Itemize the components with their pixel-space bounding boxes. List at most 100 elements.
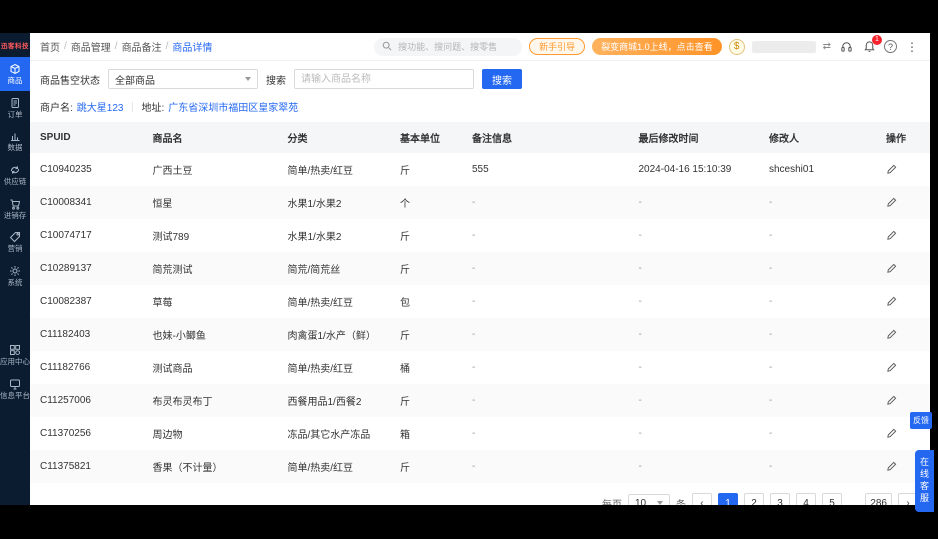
notification-bell-icon[interactable]: 1 xyxy=(861,34,882,55)
status-filter-label: 商品售空状态 xyxy=(40,75,100,87)
sidebar-item-label: 数据 xyxy=(7,143,23,153)
merchant-address-link[interactable]: 广东省深圳市福田区皇家翠苑 xyxy=(168,99,298,114)
supply-chain-icon xyxy=(9,164,21,176)
cell-unit: 斤 xyxy=(400,397,410,408)
cell-category: 简单/热卖/红豆 xyxy=(287,364,354,375)
breadcrumb-item[interactable]: 商品备注 xyxy=(122,39,162,54)
edit-button[interactable] xyxy=(886,395,897,406)
promo-banner-button[interactable]: 裂变商城1.0上线，点击查看 xyxy=(592,38,722,55)
sidebar-item-label: 营销 xyxy=(7,244,23,254)
page-button-286[interactable]: 286 xyxy=(865,493,892,505)
filter-bar: 商品售空状态 全部商品 搜索 搜索 xyxy=(30,61,930,97)
breadcrumb-item[interactable]: 商品详情 xyxy=(172,39,212,54)
edit-button[interactable] xyxy=(886,362,897,373)
column-header: 最后修改时间 xyxy=(628,122,759,153)
help-icon[interactable]: ? xyxy=(884,40,897,53)
search-filter-label: 搜索 xyxy=(266,75,286,87)
cell-modified_by: - xyxy=(769,197,773,208)
cell-unit: 箱 xyxy=(400,430,410,441)
global-search-input[interactable] xyxy=(396,40,515,53)
edit-button[interactable] xyxy=(886,461,897,472)
cell-category: 简单/热卖/红豆 xyxy=(287,298,354,309)
per-page-label: 每页 xyxy=(601,499,622,506)
table-row: C10082387 草莓 简单/热卖/红豆 包 - - - xyxy=(30,285,930,318)
cell-unit: 斤 xyxy=(400,331,410,342)
cell-category: 简荒/简荒丝 xyxy=(287,265,341,276)
sidebar-item-system[interactable]: 系统 xyxy=(0,259,30,293)
sidebar-item-app-center[interactable]: 应用中心 xyxy=(0,338,30,372)
customer-service-widget[interactable]: 在线客服 xyxy=(915,450,934,512)
sidebar-item-orders[interactable]: 订单 xyxy=(0,91,30,125)
cell-modified_by: - xyxy=(769,395,773,406)
cell-actions xyxy=(876,219,930,252)
edit-button[interactable] xyxy=(886,230,897,241)
breadcrumb-item[interactable]: 商品管理 xyxy=(71,39,111,54)
sidebar-item-inventory[interactable]: 进销存 xyxy=(0,192,30,226)
page-button-5[interactable]: 5 xyxy=(821,493,842,505)
merchant-address-label: 地址: xyxy=(141,103,165,114)
column-header: 修改人 xyxy=(759,122,876,153)
table-row: C11257006 布灵布灵布丁 西餐用品1/西餐2 斤 - - - xyxy=(30,384,930,417)
cell-category: 简单/热卖/红豆 xyxy=(287,166,354,177)
exchange-icon[interactable]: ⇄ xyxy=(823,41,831,52)
products-table-wrap: SPUID 商品名 分类 基本单位 备注信息 最后修改时间 修改人 操作 C10940235 广… xyxy=(30,122,930,483)
cell-spuid: C10289137 xyxy=(40,263,92,274)
newbie-guide-button[interactable]: 新手引导 xyxy=(529,38,586,55)
headset-icon[interactable] xyxy=(838,39,854,55)
sidebar-item-label: 进销存 xyxy=(3,210,27,220)
edit-button[interactable] xyxy=(886,164,897,175)
merchant-name-label: 商户名: xyxy=(40,103,73,114)
page-button-4[interactable]: 4 xyxy=(795,493,816,505)
cell-modified_by: - xyxy=(769,230,773,241)
cell-name: 布灵布灵布丁 xyxy=(152,397,213,408)
merchant-info: 商户名: 跳大星123 ｜ 地址: 广东省深圳市福田区皇家翠苑 xyxy=(30,97,930,122)
cell-modified_at: - xyxy=(638,362,642,373)
cell-modified_at: - xyxy=(638,296,642,307)
edit-button[interactable] xyxy=(886,296,897,307)
page-button-2[interactable]: 2 xyxy=(743,493,764,505)
breadcrumb-separator: / xyxy=(165,41,169,52)
topbar: 首页/商品管理/商品备注/商品详情 新手引导 裂变商城1.0上线，点击查看 $ … xyxy=(30,33,930,61)
sidebar-item-data[interactable]: 数据 xyxy=(0,124,30,158)
merchant-name-link[interactable]: 跳大星123 xyxy=(77,99,124,114)
sidebar-item-label: 订单 xyxy=(7,109,23,119)
edit-button[interactable] xyxy=(886,263,897,274)
cell-category: 水果1/水果2 xyxy=(287,199,342,210)
feedback-tab[interactable]: 反馈 xyxy=(910,412,932,429)
breadcrumb-item[interactable]: 首页 xyxy=(40,39,60,54)
sidebar-item-info-platform[interactable]: 信息平台 xyxy=(0,372,30,406)
breadcrumb-separator: / xyxy=(114,41,118,52)
global-search[interactable] xyxy=(374,37,523,56)
per-page-select[interactable]: 10 xyxy=(627,494,670,505)
data-icon xyxy=(9,130,21,142)
search-button[interactable]: 搜索 xyxy=(482,69,522,89)
page-button-1[interactable]: 1 xyxy=(717,493,738,505)
sidebar-item-label: 供应链 xyxy=(3,176,27,186)
cell-modified_by: - xyxy=(769,428,773,439)
more-menu-icon[interactable]: ⋮ xyxy=(904,39,920,55)
table-row: C11370256 周边物 冻品/其它水产冻品 箱 - - - xyxy=(30,417,930,450)
prev-page-button[interactable]: ‹ xyxy=(691,493,712,505)
edit-button[interactable] xyxy=(886,197,897,208)
divider: ｜ xyxy=(127,103,138,114)
page-buttons: 1 2 3 4 5... 286 xyxy=(717,493,892,505)
cell-remark: 555 xyxy=(472,164,489,175)
product-search-input[interactable] xyxy=(294,69,474,89)
edit-button[interactable] xyxy=(886,428,897,439)
column-header: SPUID xyxy=(30,122,143,153)
sidebar-item-marketing[interactable]: 营销 xyxy=(0,225,30,259)
page-button-3[interactable]: 3 xyxy=(769,493,790,505)
cell-category: 冻品/其它水产冻品 xyxy=(287,430,371,441)
cell-modified_by: - xyxy=(769,263,773,274)
notification-badge: 1 xyxy=(872,34,882,45)
currency-icon[interactable]: $ xyxy=(728,38,745,55)
cell-remark: - xyxy=(472,230,476,241)
sidebar-item-supply-chain[interactable]: 供应链 xyxy=(0,158,30,192)
per-page-unit: 条 xyxy=(675,499,686,506)
sidebar-item-goods[interactable]: 商品 xyxy=(0,57,30,91)
cell-spuid: C10074717 xyxy=(40,230,92,241)
cell-name: 恒星 xyxy=(152,199,173,210)
status-filter-select[interactable]: 全部商品 xyxy=(108,69,258,89)
edit-button[interactable] xyxy=(886,329,897,340)
